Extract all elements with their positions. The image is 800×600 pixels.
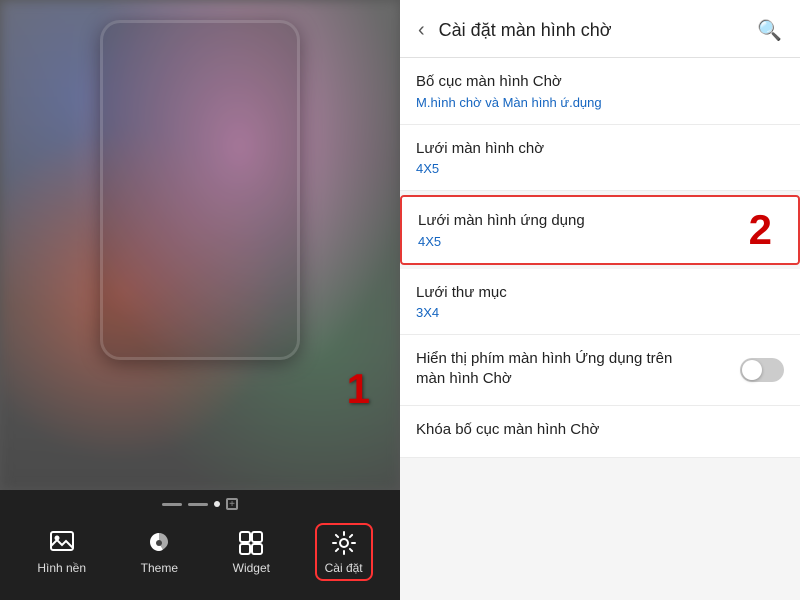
step-2-label: 2 <box>749 209 772 251</box>
dock-item-theme[interactable]: Theme <box>131 523 188 581</box>
dock-item-cai-dat[interactable]: Cài đặt <box>315 523 373 581</box>
setting-item-bo-cuc[interactable]: Bố cục màn hình Chờ M.hình chờ và Màn hì… <box>400 58 800 125</box>
widget-icon <box>237 529 265 557</box>
indicator-plus: + <box>226 498 238 510</box>
setting-title-khoa-bo-cuc: Khóa bố cục màn hình Chờ <box>416 420 784 440</box>
right-panel: ‹ Cài đặt màn hình chờ 🔍 Bố cục màn hình… <box>400 0 800 600</box>
dock-item-hinh-nen[interactable]: Hình nền <box>27 523 96 581</box>
dock-label-theme: Theme <box>141 561 178 575</box>
setting-item-luoi-ung-dung[interactable]: Lưới màn hình ứng dụng 4X5 2 <box>400 195 800 265</box>
settings-header: ‹ Cài đặt màn hình chờ 🔍 <box>400 0 800 58</box>
toggle-knob <box>742 360 762 380</box>
step-1-label: 1 <box>347 368 370 410</box>
setting-title-luoi-cho: Lưới màn hình chờ <box>416 139 784 159</box>
indicator-1 <box>162 503 182 506</box>
theme-icon <box>145 529 173 557</box>
setting-item-luoi-thu-muc[interactable]: Lưới thư mục 3X4 <box>400 269 800 336</box>
setting-title-bo-cuc: Bố cục màn hình Chờ <box>416 72 784 92</box>
dock-indicators: + <box>0 490 400 514</box>
setting-item-luoi-cho[interactable]: Lưới màn hình chờ 4X5 <box>400 125 800 192</box>
indicator-3-active <box>214 501 220 507</box>
dock-items-row: Hình nền Theme <box>0 514 400 600</box>
setting-value-luoi-ung-dung: 4X5 <box>418 234 782 249</box>
settings-icon <box>330 529 358 557</box>
dock-label-cai-dat: Cài đặt <box>325 561 363 575</box>
settings-title: Cài đặt màn hình chờ <box>439 20 751 41</box>
highlighted-row: Lưới màn hình ứng dụng 4X5 2 <box>418 211 782 249</box>
setting-content-luoi-ung-dung: Lưới màn hình ứng dụng 4X5 <box>418 211 782 249</box>
dock-item-widget[interactable]: Widget <box>223 523 280 581</box>
dock-label-widget: Widget <box>233 561 270 575</box>
phone-frame <box>100 20 300 360</box>
toggle-row: Hiển thị phím màn hình Ứng dụng trên màn… <box>416 349 784 391</box>
settings-list: Bố cục màn hình Chờ M.hình chờ và Màn hì… <box>400 58 800 600</box>
toggle-switch-hien-thi-phim[interactable] <box>740 358 784 382</box>
setting-title-hien-thi-phim: Hiển thị phím màn hình Ứng dụng trên màn… <box>416 349 696 388</box>
indicator-2 <box>188 503 208 506</box>
search-button[interactable]: 🔍 <box>751 16 788 45</box>
dock-label-hinh-nen: Hình nền <box>37 561 86 575</box>
setting-title-luoi-ung-dung: Lưới màn hình ứng dụng <box>418 211 782 231</box>
setting-title-luoi-thu-muc: Lưới thư mục <box>416 283 784 303</box>
setting-item-khoa-bo-cuc[interactable]: Khóa bố cục màn hình Chờ <box>400 406 800 458</box>
setting-item-hien-thi-phim[interactable]: Hiển thị phím màn hình Ứng dụng trên màn… <box>400 335 800 406</box>
left-panel: 1 + Hình nền <box>0 0 400 600</box>
back-button[interactable]: ‹ <box>412 17 431 44</box>
setting-value-luoi-thu-muc: 3X4 <box>416 305 784 320</box>
setting-value-bo-cuc: M.hình chờ và Màn hình ứ.dụng <box>416 95 784 110</box>
setting-value-luoi-cho: 4X5 <box>416 161 784 176</box>
wallpaper-icon <box>48 529 76 557</box>
phone-preview: 1 <box>0 0 400 490</box>
bottom-dock: + Hình nền <box>0 490 400 600</box>
